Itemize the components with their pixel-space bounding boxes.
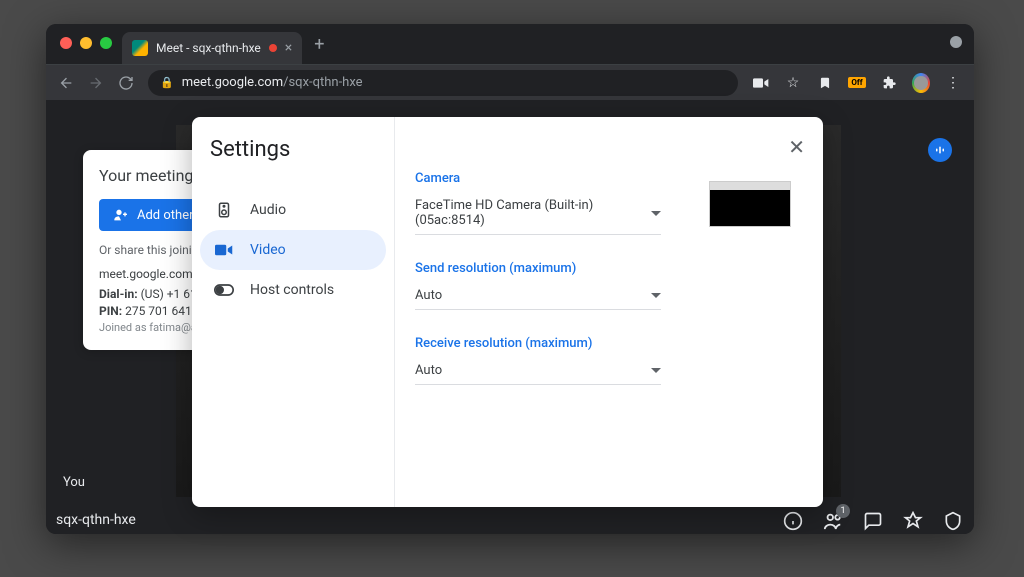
back-button[interactable] — [58, 75, 74, 91]
settings-modal: Settings Audio Video Host controls ✕ Cam… — [192, 117, 823, 507]
tab-close-icon[interactable]: × — [285, 40, 292, 56]
person-add-icon — [113, 207, 129, 223]
speaker-icon — [214, 200, 234, 220]
bookmark-tag-icon[interactable] — [816, 74, 834, 92]
camera-value: FaceTime HD Camera (Built-in) (05ac:8514… — [415, 198, 651, 228]
activities-icon[interactable] — [902, 510, 924, 532]
self-label: You — [63, 475, 85, 490]
chevron-down-icon — [651, 368, 661, 373]
profile-avatar-icon[interactable] — [912, 74, 930, 92]
close-modal-button[interactable]: ✕ — [788, 135, 805, 159]
receive-resolution-value: Auto — [415, 363, 442, 378]
recording-indicator-icon — [269, 44, 277, 52]
url-field[interactable]: 🔒 meet.google.com/sqx-qthn-hxe — [148, 70, 738, 96]
add-others-label: Add others — [137, 208, 200, 223]
meeting-details-icon[interactable] — [782, 510, 804, 532]
extension-off-icon[interactable]: Off — [848, 74, 866, 92]
voice-activity-icon — [928, 138, 952, 162]
camera-permission-icon[interactable] — [752, 74, 770, 92]
videocam-icon — [214, 240, 234, 260]
chevron-down-icon — [651, 211, 661, 216]
lock-icon: 🔒 — [160, 76, 174, 89]
bottom-action-bar: 1 — [782, 510, 964, 532]
host-controls-icon[interactable] — [942, 510, 964, 532]
camera-dropdown[interactable]: FaceTime HD Camera (Built-in) (05ac:8514… — [415, 194, 661, 235]
close-window-button[interactable] — [60, 37, 72, 49]
settings-title: Settings — [200, 137, 386, 162]
sidebar-item-host-controls[interactable]: Host controls — [200, 270, 386, 310]
receive-resolution-dropdown[interactable]: Auto — [415, 359, 661, 385]
sidebar-item-label: Audio — [250, 202, 286, 218]
forward-button[interactable] — [88, 75, 104, 91]
sidebar-item-audio[interactable]: Audio — [200, 190, 386, 230]
macos-window-controls — [60, 37, 112, 49]
tab-title: Meet - sqx-qthn-hxe — [156, 41, 261, 55]
bookmark-star-icon[interactable]: ☆ — [784, 74, 802, 92]
url-text: meet.google.com/sqx-qthn-hxe — [182, 75, 363, 90]
send-resolution-dropdown[interactable]: Auto — [415, 284, 661, 310]
minimize-window-button[interactable] — [80, 37, 92, 49]
toolbar-icons: ☆ Off ⋮ — [752, 74, 962, 92]
participant-count-badge: 1 — [836, 504, 850, 518]
meeting-code-label: sqx-qthn-hxe — [56, 512, 136, 528]
receive-resolution-label: Receive resolution (maximum) — [415, 336, 795, 351]
settings-sidebar: Settings Audio Video Host controls — [192, 117, 395, 507]
maximize-window-button[interactable] — [100, 37, 112, 49]
camera-preview — [709, 181, 791, 227]
browser-tab[interactable]: Meet - sqx-qthn-hxe × — [122, 32, 302, 64]
browser-menu-icon[interactable]: ⋮ — [944, 74, 962, 92]
extensions-puzzle-icon[interactable] — [880, 74, 898, 92]
chevron-down-icon — [651, 293, 661, 298]
send-resolution-value: Auto — [415, 288, 442, 303]
toggle-icon — [214, 280, 234, 300]
send-resolution-label: Send resolution (maximum) — [415, 261, 795, 276]
tab-bar: Meet - sqx-qthn-hxe × + — [46, 24, 974, 64]
sidebar-item-video[interactable]: Video — [200, 230, 386, 270]
settings-content: ✕ Camera FaceTime HD Camera (Built-in) (… — [395, 117, 823, 507]
address-bar: 🔒 meet.google.com/sqx-qthn-hxe ☆ Off ⋮ — [46, 64, 974, 100]
new-tab-button[interactable]: + — [314, 34, 324, 55]
reload-button[interactable] — [118, 75, 134, 91]
meet-favicon-icon — [132, 40, 148, 56]
sidebar-item-label: Host controls — [250, 282, 334, 298]
participants-icon[interactable]: 1 — [822, 510, 844, 532]
chat-icon[interactable] — [862, 510, 884, 532]
window-control-icon[interactable] — [950, 36, 962, 48]
sidebar-item-label: Video — [250, 242, 286, 258]
